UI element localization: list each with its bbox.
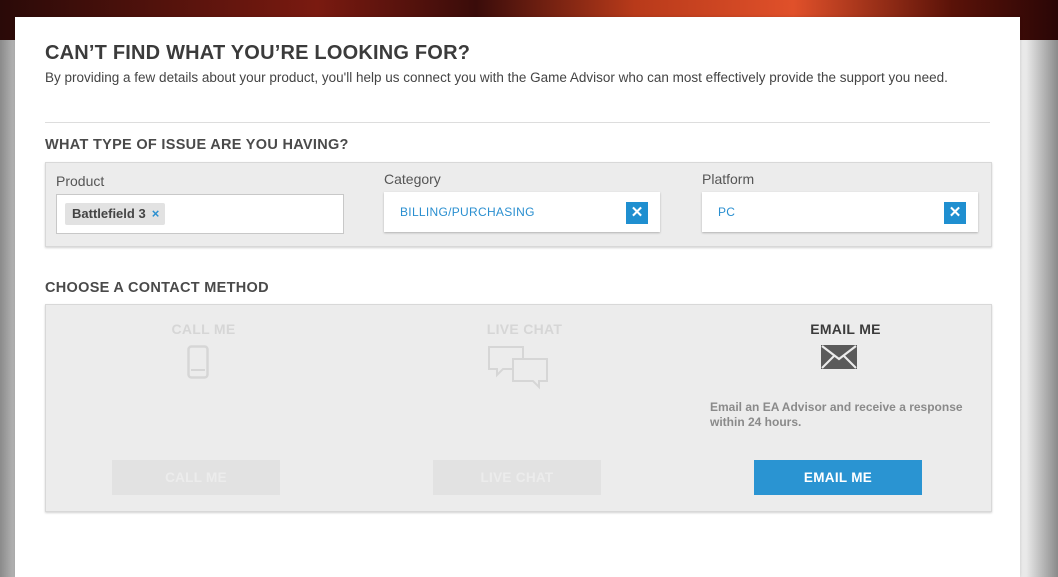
product-label: Product: [56, 173, 105, 189]
support-panel: CAN’T FIND WHAT YOU’RE LOOKING FOR? By p…: [15, 17, 1020, 577]
intro-text: By providing a few details about your pr…: [45, 70, 948, 85]
issue-filters: Product Battlefield 3 × Category BILLING/…: [45, 162, 992, 247]
platform-label: Platform: [702, 171, 755, 187]
category-select[interactable]: BILLING/PURCHASING ✕: [384, 192, 660, 232]
email-me-title: EMAIL ME: [810, 321, 881, 337]
platform-value: PC: [718, 205, 736, 219]
email-description: Email an EA Advisor and receive a respon…: [710, 400, 963, 429]
category-value: BILLING/PURCHASING: [400, 205, 535, 219]
platform-select[interactable]: PC ✕: [702, 192, 978, 232]
email-me-option: EMAIL ME Email an EA Advisor and receive…: [688, 305, 1003, 511]
product-tag-label: Battlefield 3: [72, 206, 146, 221]
remove-tag-icon[interactable]: ×: [152, 206, 160, 221]
contact-methods: CALL ME CALL ME LIVE CHAT LIVE CHAT EMAI…: [45, 304, 992, 512]
divider: [45, 122, 990, 123]
product-field[interactable]: Battlefield 3 ×: [56, 194, 344, 234]
live-chat-option: LIVE CHAT LIVE CHAT: [367, 305, 682, 511]
call-me-option: CALL ME CALL ME: [46, 305, 361, 511]
mobile-phone-icon: [187, 345, 209, 379]
live-chat-button[interactable]: LIVE CHAT: [433, 460, 601, 495]
page-title: CAN’T FIND WHAT YOU’RE LOOKING FOR?: [45, 42, 471, 64]
clear-category-icon[interactable]: ✕: [626, 202, 648, 224]
live-chat-title: LIVE CHAT: [486, 321, 563, 337]
call-me-title: CALL ME: [171, 321, 236, 337]
contact-section-title: CHOOSE A CONTACT METHOD: [45, 280, 269, 296]
product-tag: Battlefield 3 ×: [65, 203, 166, 225]
email-me-button[interactable]: EMAIL ME: [754, 460, 922, 495]
call-me-button[interactable]: CALL ME: [112, 460, 280, 495]
clear-platform-icon[interactable]: ✕: [944, 202, 966, 224]
envelope-icon: [821, 345, 857, 369]
issue-section-title: WHAT TYPE OF ISSUE ARE YOU HAVING?: [45, 137, 349, 153]
category-label: Category: [384, 171, 441, 187]
chat-bubbles-icon: [488, 346, 548, 390]
